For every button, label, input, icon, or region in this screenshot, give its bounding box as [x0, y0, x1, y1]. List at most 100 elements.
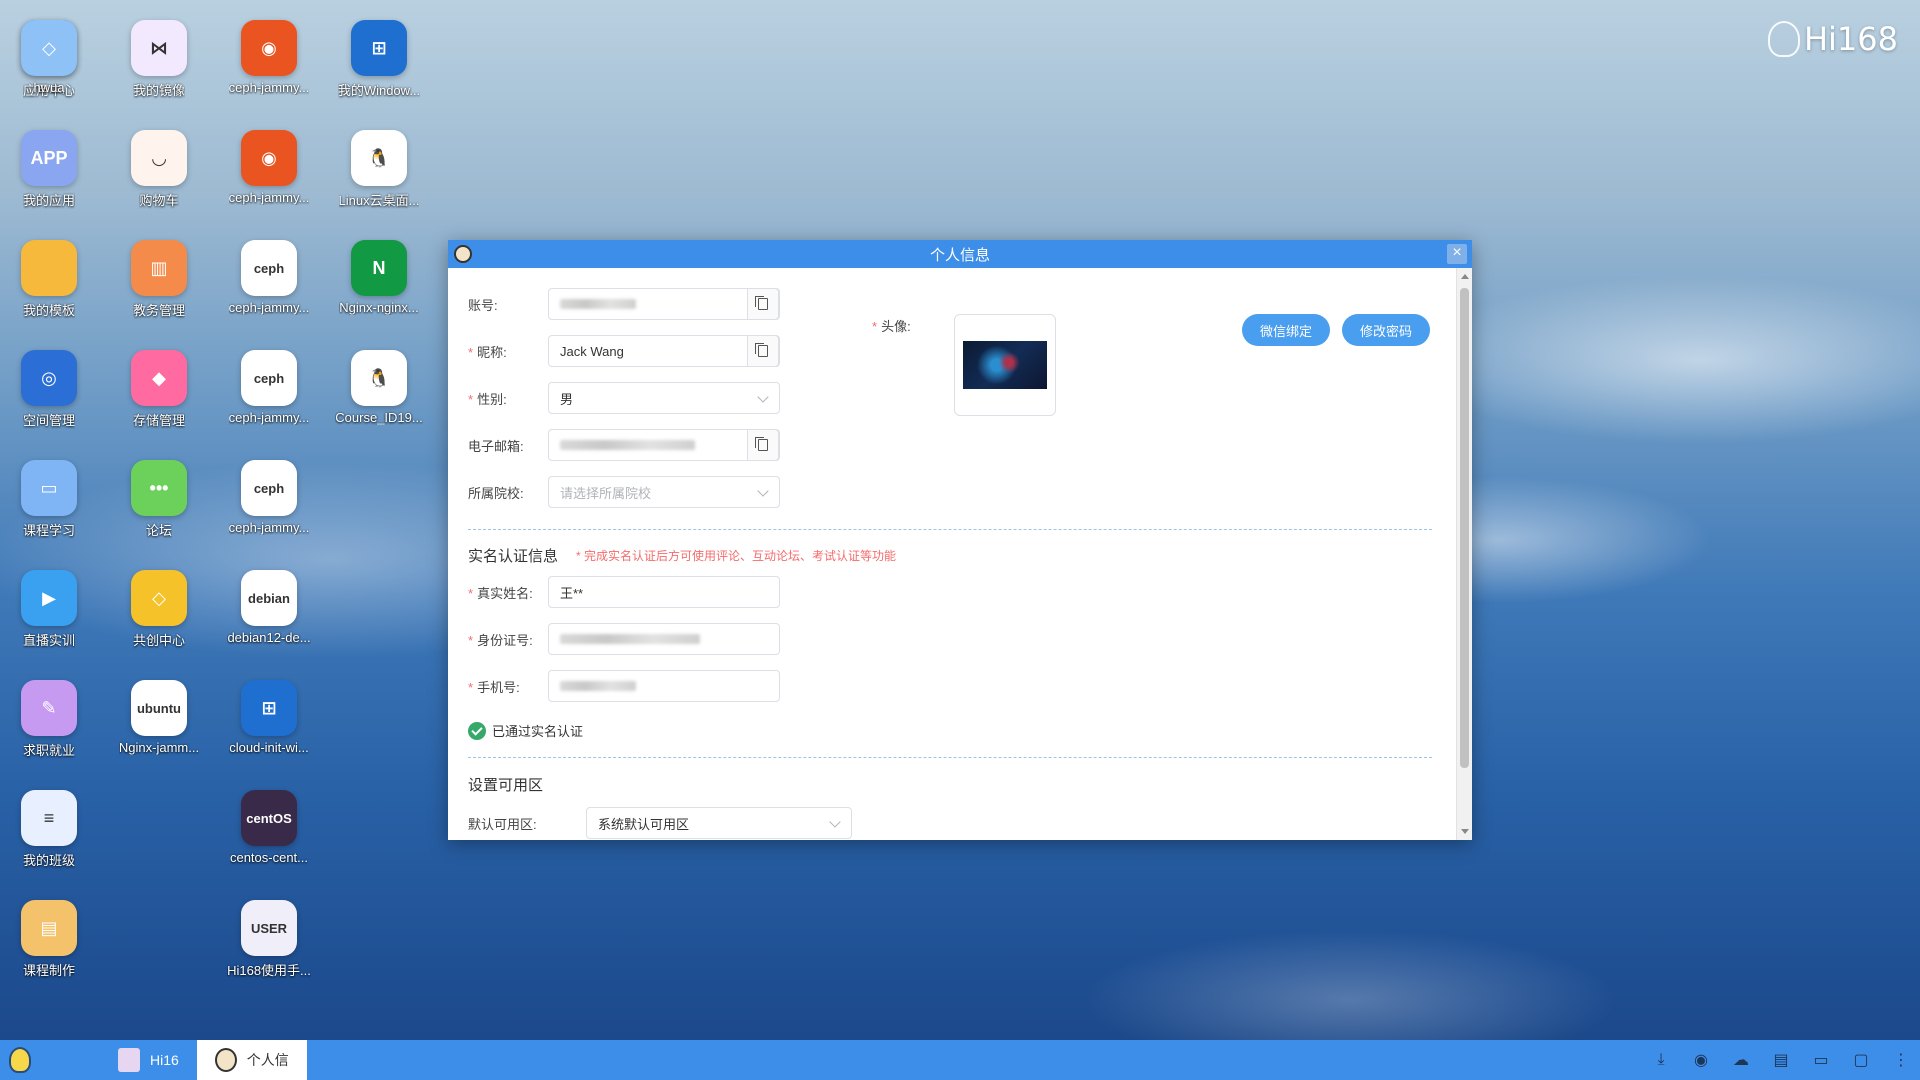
section-divider [468, 529, 1432, 530]
gender-select[interactable]: 男 [548, 382, 780, 414]
chat-icon[interactable]: ▭ [1810, 1049, 1832, 1071]
nickname-field[interactable]: Jack Wang [548, 335, 780, 367]
desktop-icon[interactable]: ⊞ 我的Window... [324, 20, 434, 120]
nginx-icon: N [351, 240, 407, 296]
desktop-icon[interactable]: debian debian12-de... [214, 570, 324, 670]
admin-icon: ▥ [131, 240, 187, 296]
desktop-icon[interactable]: ◆ 存储管理 [104, 350, 214, 450]
scroll-thumb[interactable] [1460, 288, 1469, 768]
hwua-icon: ◇ [21, 20, 77, 76]
desktop-icon[interactable]: ⋈ 我的镜像 [104, 20, 214, 120]
realname-label: 真实姓名: [477, 585, 533, 601]
desktop-icon[interactable]: ◉ ceph-jammy... [214, 130, 324, 230]
scrollbar[interactable] [1456, 268, 1472, 840]
desktop-icon[interactable]: USER Hi168使用手... [214, 900, 324, 1000]
desktop-icon[interactable]: ▥ 教务管理 [104, 240, 214, 340]
my-apps-icon: APP [21, 130, 77, 186]
desktop-icon[interactable]: ≡ 我的班级 [0, 790, 104, 890]
desktop-icon[interactable]: ◎ 空间管理 [0, 350, 104, 450]
taskbar-item-profile[interactable]: 个人信 [196, 1040, 307, 1080]
masked-email [560, 440, 695, 450]
phone-row: * 手机号: [468, 670, 780, 702]
desktop-icon-label: 我的Window... [337, 83, 421, 98]
desktop-icon-label: 我的班级 [22, 853, 75, 868]
close-button[interactable]: × [1447, 244, 1467, 264]
chevron-down-icon [829, 816, 841, 828]
phone-label: 手机号: [477, 679, 520, 695]
desktop-icon[interactable]: ▭ 课程学习 [0, 460, 104, 560]
desktop-icon[interactable]: ⊞ cloud-init-wi... [214, 680, 324, 780]
avatar-label: * 头像: [872, 319, 911, 334]
ceph-icon: ceph [241, 240, 297, 296]
desktop-icon-label: 课程制作 [22, 963, 75, 978]
copy-email-button[interactable] [747, 429, 779, 461]
ubuntu-icon: ◉ [241, 130, 297, 186]
desktop-icon-label: Course_ID19... [335, 410, 423, 425]
window-content: 账号: * 昵称: Jack Wang * 性别: 男 电子邮箱: 所属院校: … [448, 268, 1456, 840]
paw-icon [1767, 21, 1800, 57]
copy-icon [755, 437, 768, 451]
desktop: U应用中心APP我的应用我的模板◎空间管理▭课程学习▶直播实训✎求职就业≡我的班… [0, 0, 450, 1030]
linux-icon: 🐧 [351, 130, 407, 186]
hotspot-icon[interactable]: ◉ [1690, 1049, 1712, 1071]
avatar-upload[interactable] [954, 314, 1056, 416]
desktop-icon[interactable]: 🐧 Linux云桌面... [324, 130, 434, 230]
idcard-field[interactable] [548, 623, 780, 655]
desktop-icon[interactable]: APP 我的应用 [0, 130, 104, 230]
desktop-icon-label: ceph-jammy... [228, 190, 310, 205]
window-titlebar[interactable]: 个人信息 × [448, 240, 1472, 268]
desktop-icon[interactable]: 🐧 Course_ID19... [324, 350, 434, 450]
mirror-icon: ⋈ [131, 20, 187, 76]
user-avatar-icon [214, 1048, 237, 1072]
masked-account [560, 299, 636, 309]
email-label: 电子邮箱: [468, 438, 524, 454]
monitor-icon[interactable]: ▢ [1850, 1049, 1872, 1071]
notes-icon[interactable]: ▤ [1770, 1049, 1792, 1071]
phone-field[interactable] [548, 670, 780, 702]
desktop-icon-label: 教务管理 [132, 303, 185, 318]
desktop-icon[interactable]: ceph ceph-jammy... [214, 350, 324, 450]
desktop-icon[interactable]: ✎ 求职就业 [0, 680, 104, 780]
desktop-icon[interactable]: ◇ 共创中心 [104, 570, 214, 670]
desktop-icon-label: 课程学习 [22, 523, 75, 538]
school-select[interactable]: 请选择所属院校 [548, 476, 780, 508]
email-field[interactable] [548, 429, 780, 461]
download-icon[interactable]: ⤓ [1650, 1049, 1672, 1071]
zone-section-title: 设置可用区 [468, 777, 544, 794]
more-icon[interactable]: ⋮ [1890, 1049, 1912, 1071]
chevron-down-icon [757, 485, 769, 497]
gender-label: 性别: [477, 391, 507, 407]
desktop-icon[interactable]: ◇ hwua [0, 20, 104, 120]
desktop-icon[interactable]: centOS centos-cent... [214, 790, 324, 890]
zone-select[interactable]: 系统默认可用区 [586, 807, 852, 839]
school-label: 所属院校: [468, 485, 524, 501]
scroll-up-icon[interactable] [1461, 274, 1469, 279]
account-row: 账号: [468, 288, 780, 320]
gender-row: * 性别: 男 [468, 382, 780, 414]
desktop-icon[interactable]: ceph ceph-jammy... [214, 240, 324, 340]
wechat-bind-button[interactable]: 微信绑定 [1242, 314, 1330, 346]
copy-account-button[interactable] [747, 288, 779, 320]
check-circle-icon [468, 721, 486, 740]
desktop-icon[interactable]: ▶ 直播实训 [0, 570, 104, 670]
scroll-down-icon[interactable] [1461, 829, 1469, 834]
desktop-icon-label: Linux云桌面... [338, 193, 420, 208]
desktop-icon[interactable]: ••• 论坛 [104, 460, 214, 560]
desktop-icon-label: centos-cent... [229, 850, 309, 865]
desktop-icon[interactable]: ▤ 课程制作 [0, 900, 104, 1000]
account-field[interactable] [548, 288, 780, 320]
desktop-icon[interactable]: ◉ ceph-jammy... [214, 20, 324, 120]
change-password-button[interactable]: 修改密码 [1342, 314, 1430, 346]
realname-field[interactable]: 王** [548, 576, 780, 608]
desktop-icon[interactable]: ◡ 购物车 [104, 130, 214, 230]
desktop-icon[interactable]: 我的模板 [0, 240, 104, 340]
copy-nickname-button[interactable] [747, 335, 779, 367]
start-button[interactable] [0, 1040, 40, 1080]
desktop-icon[interactable]: N Nginx-nginx... [324, 240, 434, 340]
taskbar-item-hi16[interactable]: Hi16 [100, 1040, 197, 1080]
desktop-icon[interactable]: ceph ceph-jammy... [214, 460, 324, 560]
zone-label: 默认可用区: [468, 816, 537, 832]
wechat-icon[interactable]: ☁ [1730, 1049, 1752, 1071]
desktop-icon[interactable]: ubuntu Nginx-jamm... [104, 680, 214, 780]
desktop-icon-label: cloud-init-wi... [229, 740, 309, 755]
